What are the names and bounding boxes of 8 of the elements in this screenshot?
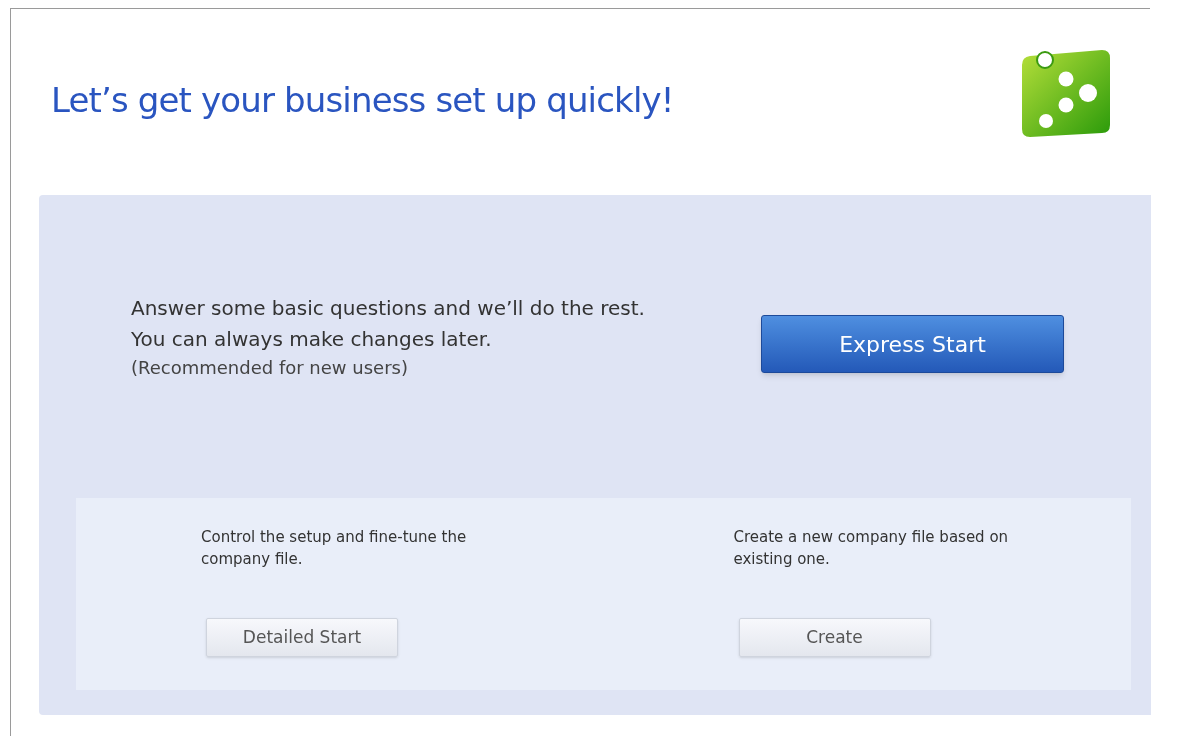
option-button[interactable]: Detailed Start <box>206 618 398 657</box>
express-start-button[interactable]: Express Start <box>761 315 1064 373</box>
option-description: Create a new company file based on existing one. <box>733 527 1010 570</box>
recommendation-note: (Recommended for new users) <box>131 356 409 380</box>
express-description: Answer some basic questions and we’ll do the rest. You can always make changes later. <box>131 295 646 353</box>
page-title: Let’s get your business set up quickly! <box>51 79 674 122</box>
option-button[interactable]: Create <box>738 618 931 657</box>
option-description: Control the setup and fine-tune the company file. <box>201 527 468 570</box>
